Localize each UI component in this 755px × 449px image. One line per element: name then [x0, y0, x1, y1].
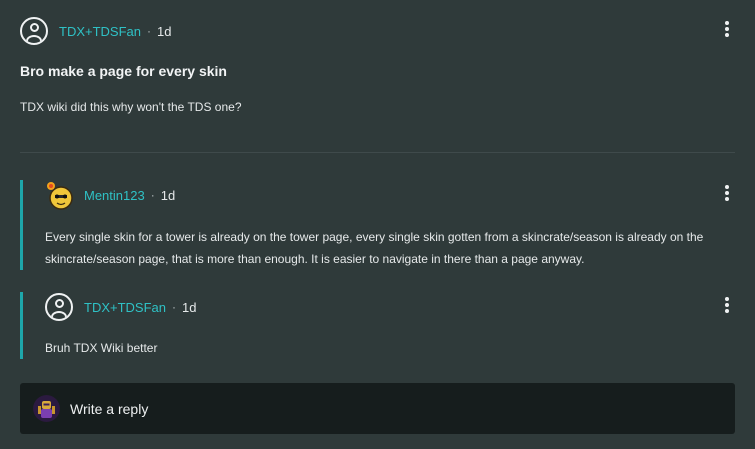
reply-text: Every single skin for a tower is already…: [45, 230, 704, 266]
reply-timestamp[interactable]: 1d: [161, 188, 175, 203]
separator-dot: ·: [147, 24, 151, 38]
thread-bar: [20, 180, 23, 270]
separator-dot: ·: [172, 300, 176, 314]
post-author-link[interactable]: TDX+TDSFan: [59, 24, 141, 39]
thread-bar: [20, 292, 23, 359]
post-title: Bro make a page for every skin: [20, 63, 227, 79]
write-reply-placeholder: Write a reply: [70, 400, 149, 417]
post-body: TDX wiki did this why won't the TDS one?: [20, 100, 242, 114]
comment-thread: TDX+TDSFan · 1d Bro make a page for ever…: [0, 0, 755, 449]
default-avatar-icon[interactable]: [45, 293, 73, 321]
reply-author-link[interactable]: Mentin123: [84, 188, 145, 203]
reply-header: Mentin123 · 1d: [45, 181, 175, 210]
post-timestamp[interactable]: 1d: [157, 24, 171, 39]
reply-item: Mentin123 · 1d Every single skin for a t…: [20, 180, 735, 270]
default-avatar-icon[interactable]: [20, 17, 48, 45]
reply-item: TDX+TDSFan · 1d Bruh TDX Wiki better: [20, 292, 735, 359]
reply-more-options-icon[interactable]: [725, 297, 729, 313]
current-user-avatar: [33, 395, 60, 422]
write-reply-input[interactable]: Write a reply: [20, 383, 735, 434]
reply-more-options-icon[interactable]: [725, 185, 729, 201]
separator-dot: ·: [150, 188, 155, 202]
divider: [20, 152, 735, 153]
post-header: TDX+TDSFan · 1d: [20, 16, 171, 46]
reply-timestamp[interactable]: 1d: [182, 300, 196, 315]
reply-author-link[interactable]: TDX+TDSFan: [84, 300, 166, 315]
user-avatar[interactable]: [45, 181, 73, 210]
reply-header: TDX+TDSFan · 1d: [45, 293, 196, 321]
post-more-options-icon[interactable]: [725, 21, 729, 37]
reply-text: Bruh TDX Wiki better: [45, 341, 158, 355]
